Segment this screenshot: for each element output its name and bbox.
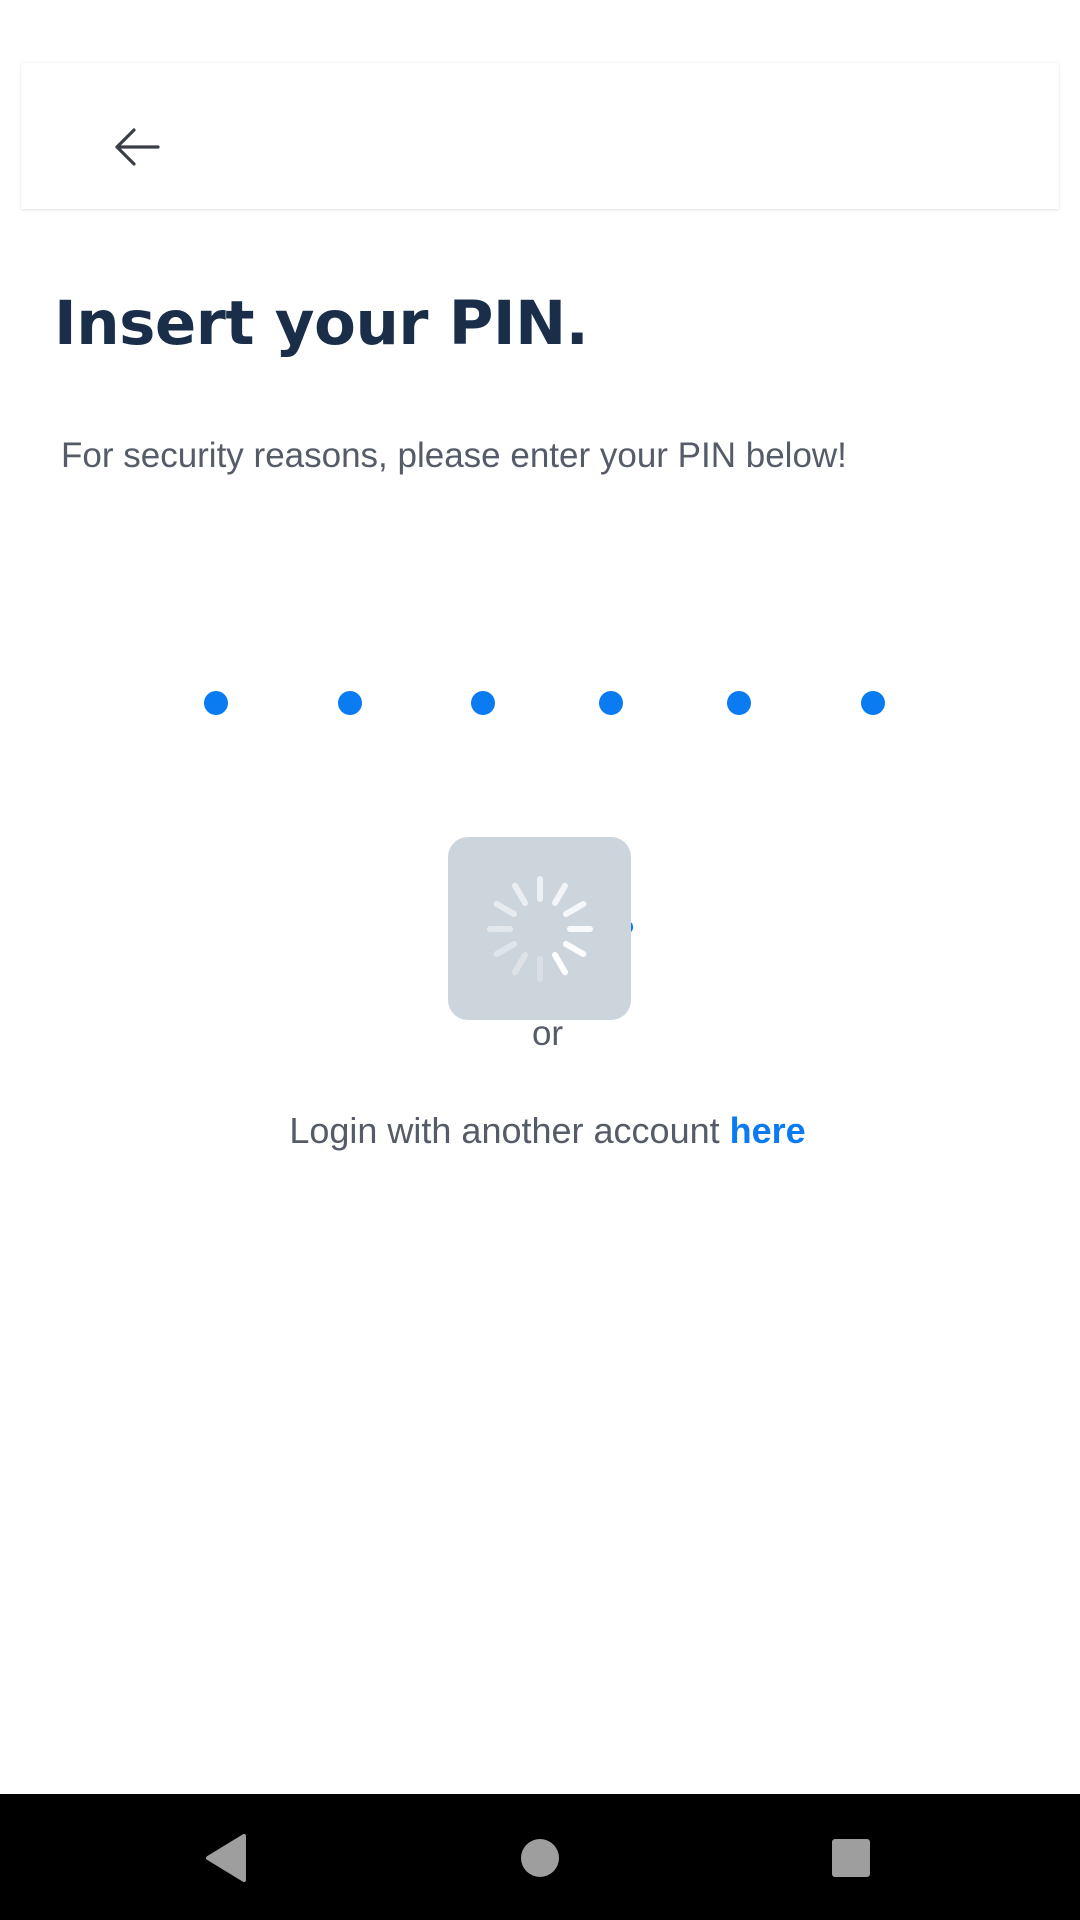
system-nav-bar xyxy=(0,1794,1080,1920)
nav-recents-button[interactable] xyxy=(815,1822,887,1894)
spinner-icon xyxy=(486,875,593,982)
login-other-account: Login with another account here xyxy=(0,1110,1080,1152)
pin-screen: Insert your PIN. For security reasons, p… xyxy=(0,0,1080,1920)
triangle-back-icon xyxy=(206,1834,246,1882)
pin-dot xyxy=(338,691,362,715)
page-title: Insert your PIN. xyxy=(54,288,589,359)
login-other-text: Login with another account xyxy=(289,1110,730,1151)
spinner-tick xyxy=(562,940,586,957)
circle-home-icon xyxy=(521,1839,559,1877)
pin-dot xyxy=(599,691,623,715)
login-other-link[interactable]: here xyxy=(730,1110,806,1151)
square-recents-icon xyxy=(832,1839,870,1877)
app-bar xyxy=(21,63,1059,209)
page-subtitle: For security reasons, please enter your … xyxy=(61,436,847,475)
spinner-tick xyxy=(562,900,586,917)
pin-dot xyxy=(861,691,885,715)
nav-back-button[interactable] xyxy=(190,1822,262,1894)
spinner-tick xyxy=(551,882,568,906)
spinner-tick xyxy=(511,951,528,975)
nav-home-button[interactable] xyxy=(504,1822,576,1894)
or-separator: or xyxy=(531,1014,564,1053)
pin-dot xyxy=(471,691,495,715)
pin-dot xyxy=(727,691,751,715)
arrow-left-icon xyxy=(115,128,160,166)
spinner-tick xyxy=(511,882,528,906)
back-button[interactable] xyxy=(93,103,181,191)
spinner-tick xyxy=(551,951,568,975)
spinner-tick xyxy=(493,900,517,917)
spinner-tick xyxy=(493,940,517,957)
pin-dot xyxy=(204,691,228,715)
loading-overlay xyxy=(448,837,631,1020)
